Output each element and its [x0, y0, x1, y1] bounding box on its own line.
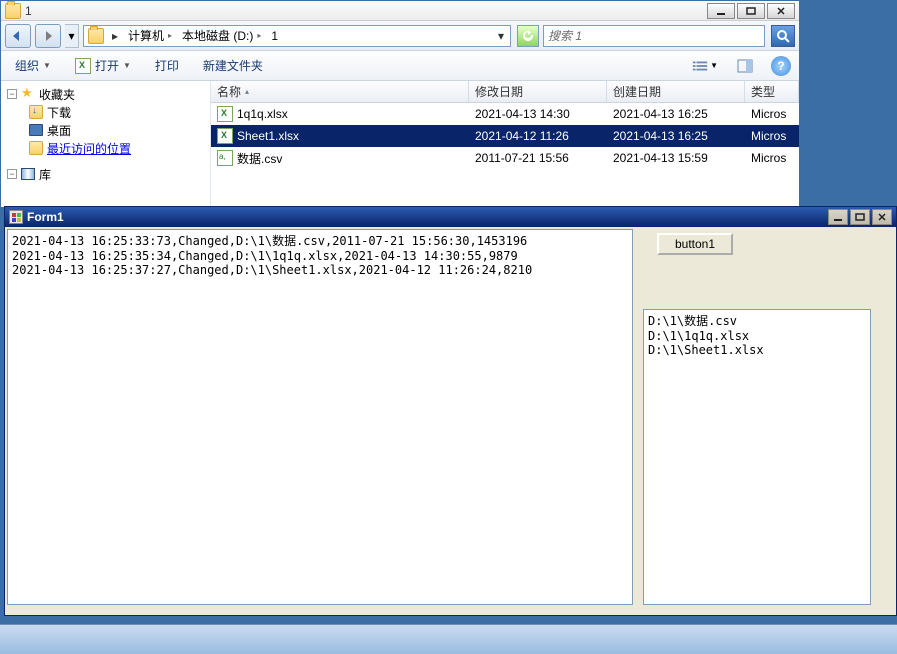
open-button[interactable]: 打开▼ [69, 54, 137, 77]
file-row[interactable]: 1q1q.xlsx 2021-04-13 14:302021-04-13 16:2… [211, 103, 799, 125]
file-modified: 2021-04-12 11:26 [469, 129, 607, 143]
search-button[interactable] [771, 25, 795, 47]
tree-favorites[interactable]: − 收藏夹 [1, 85, 210, 103]
explorer-window: 1 ▾ ▸ 计算机▸ 本地磁盘 (D:)▸ 1 ▾ 搜索 1 组织▼ 打开 [0, 0, 800, 207]
organize-button[interactable]: 组织▼ [9, 54, 57, 77]
file-row[interactable]: Sheet1.xlsx 2021-04-12 11:262021-04-13 16… [211, 125, 799, 147]
form1-window: Form1 2021-04-13 16:25:33:73,Changed,D:\… [4, 206, 897, 616]
file-row[interactable]: 数据.csv 2011-07-21 15:562021-04-13 15:59Mi… [211, 147, 799, 169]
folder-icon [5, 3, 21, 19]
tree-desktop[interactable]: 桌面 [1, 121, 210, 139]
file-list-pane: 名称▴ 修改日期 创建日期 类型 1q1q.xlsx 2021-04-13 14:… [211, 81, 799, 207]
file-type: Micros [745, 151, 799, 165]
downloads-icon [29, 105, 43, 119]
back-button[interactable] [5, 24, 31, 48]
file-name: 数据.csv [237, 150, 282, 167]
nav-history-dropdown[interactable]: ▾ [65, 24, 79, 48]
close-button[interactable] [767, 3, 795, 19]
maximize-button[interactable] [737, 3, 765, 19]
newfolder-button[interactable]: 新建文件夹 [197, 54, 269, 77]
file-type: Micros [745, 107, 799, 121]
excel-icon [75, 58, 91, 74]
breadcrumb-dropdown[interactable]: ▾ [494, 26, 508, 46]
collapse-icon[interactable]: − [7, 169, 17, 179]
file-name: Sheet1.xlsx [237, 129, 299, 143]
path-listbox[interactable]: D:\1\数据.csv D:\1\1q1q.xlsx D:\1\Sheet1.x… [643, 309, 871, 605]
desktop-icon [29, 124, 43, 136]
preview-pane-button[interactable] [731, 56, 759, 76]
file-created: 2021-04-13 15:59 [607, 151, 745, 165]
breadcrumb-folder[interactable]: 1 [267, 27, 282, 45]
breadcrumb[interactable]: ▸ 计算机▸ 本地磁盘 (D:)▸ 1 ▾ [83, 25, 511, 47]
navigation-pane[interactable]: − 收藏夹 下载 桌面 最近访问的位置 − 库 [1, 81, 211, 207]
file-modified: 2021-04-13 14:30 [469, 107, 607, 121]
breadcrumb-computer[interactable]: 计算机▸ [124, 25, 176, 46]
view-mode-button[interactable]: ▼ [691, 56, 719, 76]
file-created: 2021-04-13 16:25 [607, 107, 745, 121]
breadcrumb-drive[interactable]: 本地磁盘 (D:)▸ [178, 25, 265, 46]
column-type[interactable]: 类型 [745, 81, 799, 102]
column-name[interactable]: 名称▴ [211, 81, 469, 102]
forward-button[interactable] [35, 24, 61, 48]
window-title: 1 [25, 4, 705, 18]
file-created: 2021-04-13 16:25 [607, 129, 745, 143]
app-icon [9, 210, 23, 224]
tree-libraries[interactable]: − 库 [1, 165, 210, 183]
form1-close-button[interactable] [872, 209, 892, 225]
xlsx-icon [217, 106, 233, 122]
log-textbox[interactable]: 2021-04-13 16:25:33:73,Changed,D:\1\数据.c… [7, 229, 633, 605]
column-headers: 名称▴ 修改日期 创建日期 类型 [211, 81, 799, 103]
library-icon [21, 168, 35, 180]
taskbar[interactable] [0, 624, 897, 654]
star-icon [21, 87, 35, 101]
csv-icon [217, 150, 233, 166]
help-button[interactable]: ? [771, 56, 791, 76]
folder-icon [88, 28, 104, 44]
file-modified: 2011-07-21 15:56 [469, 151, 607, 165]
file-type: Micros [745, 129, 799, 143]
form1-minimize-button[interactable] [828, 209, 848, 225]
minimize-button[interactable] [707, 3, 735, 19]
file-list[interactable]: 1q1q.xlsx 2021-04-13 14:302021-04-13 16:2… [211, 103, 799, 207]
address-bar: ▾ ▸ 计算机▸ 本地磁盘 (D:)▸ 1 ▾ 搜索 1 [1, 21, 799, 51]
print-button[interactable]: 打印 [149, 54, 185, 77]
refresh-button[interactable] [517, 25, 539, 47]
breadcrumb-root-dropdown[interactable]: ▸ [108, 26, 122, 46]
form1-titlebar[interactable]: Form1 [5, 207, 896, 227]
column-created[interactable]: 创建日期 [607, 81, 745, 102]
recent-icon [29, 141, 43, 155]
xlsx-icon [217, 128, 233, 144]
file-name: 1q1q.xlsx [237, 107, 288, 121]
tree-downloads[interactable]: 下载 [1, 103, 210, 121]
column-modified[interactable]: 修改日期 [469, 81, 607, 102]
search-input[interactable]: 搜索 1 [543, 25, 765, 47]
explorer-toolbar: 组织▼ 打开▼ 打印 新建文件夹 ▼ ? [1, 51, 799, 81]
form1-maximize-button[interactable] [850, 209, 870, 225]
search-placeholder: 搜索 1 [548, 27, 582, 44]
tree-recent[interactable]: 最近访问的位置 [1, 139, 210, 157]
collapse-icon[interactable]: − [7, 89, 17, 99]
explorer-titlebar[interactable]: 1 [1, 1, 799, 21]
button1[interactable]: button1 [657, 233, 733, 255]
form1-title: Form1 [27, 210, 826, 224]
